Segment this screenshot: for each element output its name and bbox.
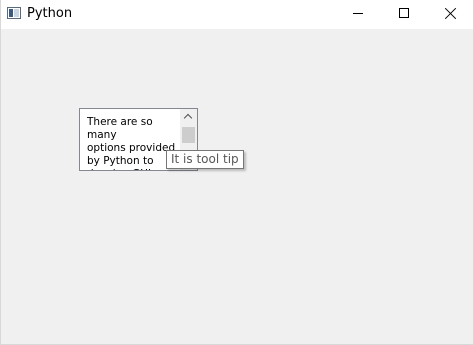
chevron-up-icon [183,113,193,123]
app-window: Python There are so many options provide… [0,0,474,345]
window-app-icon[interactable] [7,7,21,19]
close-button[interactable] [427,0,473,29]
minimize-icon [353,13,363,14]
window-title: Python [27,6,73,21]
scroll-up-button[interactable] [180,109,197,126]
minimize-button[interactable] [335,0,381,29]
scrollbar-thumb[interactable] [182,127,195,143]
tooltip: It is tool tip [166,150,244,169]
close-icon [444,7,457,20]
maximize-icon [399,8,409,18]
maximize-button[interactable] [381,0,427,29]
title-bar[interactable]: Python [1,0,473,29]
